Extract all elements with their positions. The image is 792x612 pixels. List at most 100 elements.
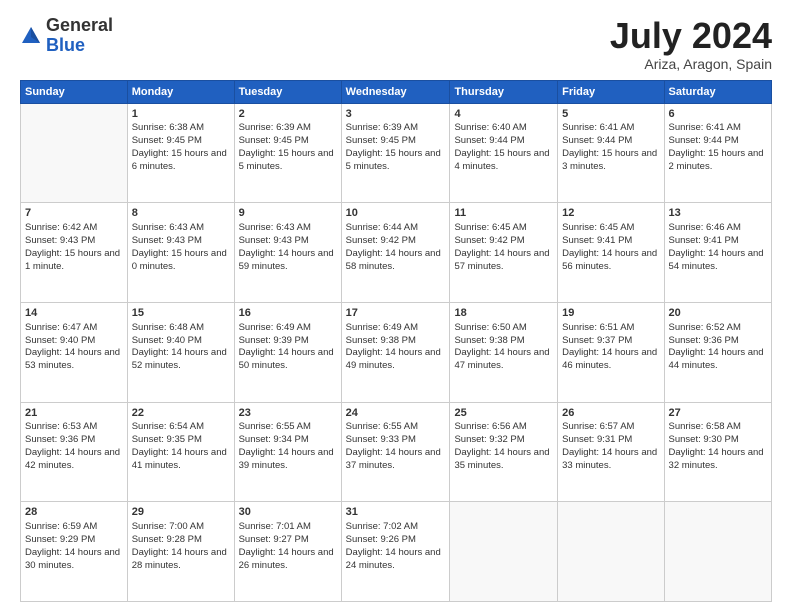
calendar-cell: 11Sunrise: 6:45 AMSunset: 9:42 PMDayligh… (450, 203, 558, 303)
day-info: Sunrise: 7:00 AMSunset: 9:28 PMDaylight:… (132, 521, 230, 572)
day-number: 5 (562, 107, 659, 122)
calendar-dow-thursday: Thursday (450, 80, 558, 103)
day-number: 27 (669, 406, 767, 421)
logo-blue: Blue (46, 35, 85, 55)
calendar-dow-saturday: Saturday (664, 80, 771, 103)
logo-text: General Blue (46, 16, 113, 56)
day-number: 23 (239, 406, 337, 421)
day-info: Sunrise: 6:50 AMSunset: 9:38 PMDaylight:… (454, 322, 553, 373)
day-number: 30 (239, 505, 337, 520)
day-info: Sunrise: 7:01 AMSunset: 9:27 PMDaylight:… (239, 521, 337, 572)
calendar-week-4: 28Sunrise: 6:59 AMSunset: 9:29 PMDayligh… (21, 502, 772, 602)
day-number: 4 (454, 107, 553, 122)
day-info: Sunrise: 6:45 AMSunset: 9:42 PMDaylight:… (454, 222, 553, 273)
calendar-dow-tuesday: Tuesday (234, 80, 341, 103)
day-number: 25 (454, 406, 553, 421)
calendar-cell: 16Sunrise: 6:49 AMSunset: 9:39 PMDayligh… (234, 302, 341, 402)
calendar-cell: 30Sunrise: 7:01 AMSunset: 9:27 PMDayligh… (234, 502, 341, 602)
calendar-dow-monday: Monday (127, 80, 234, 103)
day-info: Sunrise: 6:49 AMSunset: 9:39 PMDaylight:… (239, 322, 337, 373)
day-number: 20 (669, 306, 767, 321)
calendar-dow-friday: Friday (558, 80, 664, 103)
calendar-cell (558, 502, 664, 602)
day-info: Sunrise: 6:43 AMSunset: 9:43 PMDaylight:… (239, 222, 337, 273)
day-info: Sunrise: 6:41 AMSunset: 9:44 PMDaylight:… (562, 122, 659, 173)
day-number: 6 (669, 107, 767, 122)
calendar-table: SundayMondayTuesdayWednesdayThursdayFrid… (20, 80, 772, 602)
day-number: 22 (132, 406, 230, 421)
calendar-cell: 10Sunrise: 6:44 AMSunset: 9:42 PMDayligh… (341, 203, 450, 303)
day-info: Sunrise: 6:55 AMSunset: 9:33 PMDaylight:… (346, 421, 446, 472)
day-info: Sunrise: 6:51 AMSunset: 9:37 PMDaylight:… (562, 322, 659, 373)
day-number: 9 (239, 206, 337, 221)
calendar-cell: 6Sunrise: 6:41 AMSunset: 9:44 PMDaylight… (664, 103, 771, 203)
day-number: 7 (25, 206, 123, 221)
day-info: Sunrise: 6:53 AMSunset: 9:36 PMDaylight:… (25, 421, 123, 472)
calendar-cell (450, 502, 558, 602)
title-block: July 2024 Ariza, Aragon, Spain (610, 16, 772, 72)
location: Ariza, Aragon, Spain (610, 56, 772, 72)
calendar-cell: 15Sunrise: 6:48 AMSunset: 9:40 PMDayligh… (127, 302, 234, 402)
calendar-week-1: 7Sunrise: 6:42 AMSunset: 9:43 PMDaylight… (21, 203, 772, 303)
calendar-cell: 13Sunrise: 6:46 AMSunset: 9:41 PMDayligh… (664, 203, 771, 303)
calendar-cell: 18Sunrise: 6:50 AMSunset: 9:38 PMDayligh… (450, 302, 558, 402)
calendar-cell: 29Sunrise: 7:00 AMSunset: 9:28 PMDayligh… (127, 502, 234, 602)
day-info: Sunrise: 6:57 AMSunset: 9:31 PMDaylight:… (562, 421, 659, 472)
calendar-cell: 23Sunrise: 6:55 AMSunset: 9:34 PMDayligh… (234, 402, 341, 502)
day-info: Sunrise: 6:56 AMSunset: 9:32 PMDaylight:… (454, 421, 553, 472)
calendar-dow-wednesday: Wednesday (341, 80, 450, 103)
calendar-cell: 5Sunrise: 6:41 AMSunset: 9:44 PMDaylight… (558, 103, 664, 203)
calendar-cell: 27Sunrise: 6:58 AMSunset: 9:30 PMDayligh… (664, 402, 771, 502)
day-number: 11 (454, 206, 553, 221)
calendar-cell: 4Sunrise: 6:40 AMSunset: 9:44 PMDaylight… (450, 103, 558, 203)
day-number: 28 (25, 505, 123, 520)
day-info: Sunrise: 6:45 AMSunset: 9:41 PMDaylight:… (562, 222, 659, 273)
day-number: 24 (346, 406, 446, 421)
calendar-cell: 14Sunrise: 6:47 AMSunset: 9:40 PMDayligh… (21, 302, 128, 402)
calendar-header-row: SundayMondayTuesdayWednesdayThursdayFrid… (21, 80, 772, 103)
day-number: 21 (25, 406, 123, 421)
day-number: 19 (562, 306, 659, 321)
day-info: Sunrise: 6:55 AMSunset: 9:34 PMDaylight:… (239, 421, 337, 472)
calendar-cell (21, 103, 128, 203)
day-number: 12 (562, 206, 659, 221)
calendar-cell: 19Sunrise: 6:51 AMSunset: 9:37 PMDayligh… (558, 302, 664, 402)
calendar-cell: 9Sunrise: 6:43 AMSunset: 9:43 PMDaylight… (234, 203, 341, 303)
calendar-cell: 31Sunrise: 7:02 AMSunset: 9:26 PMDayligh… (341, 502, 450, 602)
day-number: 14 (25, 306, 123, 321)
calendar-cell: 25Sunrise: 6:56 AMSunset: 9:32 PMDayligh… (450, 402, 558, 502)
calendar-cell: 3Sunrise: 6:39 AMSunset: 9:45 PMDaylight… (341, 103, 450, 203)
day-number: 18 (454, 306, 553, 321)
logo-icon (20, 25, 42, 47)
day-info: Sunrise: 6:42 AMSunset: 9:43 PMDaylight:… (25, 222, 123, 273)
day-info: Sunrise: 6:46 AMSunset: 9:41 PMDaylight:… (669, 222, 767, 273)
calendar-cell: 20Sunrise: 6:52 AMSunset: 9:36 PMDayligh… (664, 302, 771, 402)
calendar-cell: 1Sunrise: 6:38 AMSunset: 9:45 PMDaylight… (127, 103, 234, 203)
calendar-dow-sunday: Sunday (21, 80, 128, 103)
day-number: 3 (346, 107, 446, 122)
day-number: 17 (346, 306, 446, 321)
calendar-week-3: 21Sunrise: 6:53 AMSunset: 9:36 PMDayligh… (21, 402, 772, 502)
day-number: 8 (132, 206, 230, 221)
day-info: Sunrise: 6:52 AMSunset: 9:36 PMDaylight:… (669, 322, 767, 373)
calendar-cell: 17Sunrise: 6:49 AMSunset: 9:38 PMDayligh… (341, 302, 450, 402)
calendar-cell: 21Sunrise: 6:53 AMSunset: 9:36 PMDayligh… (21, 402, 128, 502)
logo: General Blue (20, 16, 113, 56)
page-header: General Blue July 2024 Ariza, Aragon, Sp… (20, 16, 772, 72)
day-info: Sunrise: 6:59 AMSunset: 9:29 PMDaylight:… (25, 521, 123, 572)
day-info: Sunrise: 6:49 AMSunset: 9:38 PMDaylight:… (346, 322, 446, 373)
day-number: 1 (132, 107, 230, 122)
day-info: Sunrise: 6:38 AMSunset: 9:45 PMDaylight:… (132, 122, 230, 173)
calendar-cell: 7Sunrise: 6:42 AMSunset: 9:43 PMDaylight… (21, 203, 128, 303)
calendar-cell: 26Sunrise: 6:57 AMSunset: 9:31 PMDayligh… (558, 402, 664, 502)
day-info: Sunrise: 6:41 AMSunset: 9:44 PMDaylight:… (669, 122, 767, 173)
day-info: Sunrise: 6:40 AMSunset: 9:44 PMDaylight:… (454, 122, 553, 173)
day-info: Sunrise: 6:44 AMSunset: 9:42 PMDaylight:… (346, 222, 446, 273)
calendar-cell: 12Sunrise: 6:45 AMSunset: 9:41 PMDayligh… (558, 203, 664, 303)
calendar-cell: 8Sunrise: 6:43 AMSunset: 9:43 PMDaylight… (127, 203, 234, 303)
day-number: 26 (562, 406, 659, 421)
day-number: 29 (132, 505, 230, 520)
calendar-cell: 24Sunrise: 6:55 AMSunset: 9:33 PMDayligh… (341, 402, 450, 502)
day-number: 13 (669, 206, 767, 221)
day-info: Sunrise: 6:39 AMSunset: 9:45 PMDaylight:… (346, 122, 446, 173)
